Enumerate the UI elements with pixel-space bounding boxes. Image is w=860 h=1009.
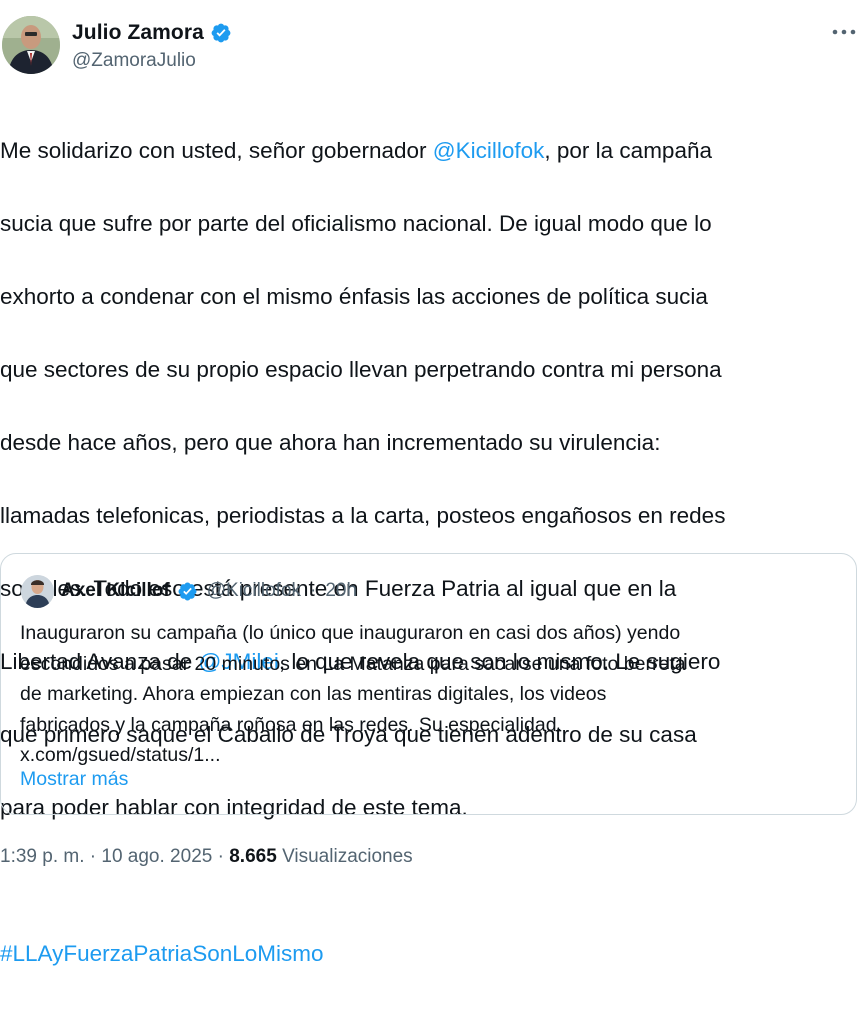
tweet-line: desde hace años, pero que ahora han incr… [0, 429, 661, 455]
tweet-header: Julio Zamora @ZamoraJulio [0, 14, 860, 78]
quoted-author-name: Axel Kicillof [61, 580, 170, 601]
quoted-link[interactable]: x.com/gsued/status/1... [20, 740, 840, 771]
tweet-time[interactable]: 1:39 p. m. [0, 846, 85, 867]
tweet-line: sucia que sufre por parte del oficialism… [0, 210, 712, 236]
more-options-icon[interactable] [830, 20, 858, 44]
tweet-date[interactable]: 10 ago. 2025 [101, 846, 212, 867]
quoted-line: Inauguraron su campaña (lo único que ina… [20, 622, 681, 644]
tweet-footer: 1:39 p. m. · 10 ago. 2025 · 8.665 Visual… [0, 846, 413, 868]
author-avatar[interactable] [2, 16, 60, 74]
views-label: Visualizaciones [282, 846, 413, 867]
tweet-line: llamadas telefonicas, periodistas a la c… [0, 502, 726, 528]
quoted-tweet-text: Inauguraron su campaña (lo único que ina… [20, 618, 840, 771]
meta-separator: · [217, 846, 224, 867]
mention-link[interactable]: @Kicillofok [433, 138, 545, 163]
quoted-timestamp: 20h [325, 580, 358, 601]
tweet-line: Me solidarizo con usted, señor gobernado… [0, 137, 712, 163]
verified-badge-icon [211, 23, 231, 43]
quoted-tweet-header: Axel Kicillof @Kicillofok · 20h [21, 574, 357, 608]
quoted-line: escondidos a pasar 20 minutos en La Mata… [20, 652, 686, 675]
author-handle[interactable]: @ZamoraJulio [72, 50, 232, 72]
hashtag-link[interactable]: #LLAyFuerzaPatriaSonLoMismo [0, 936, 860, 973]
author-display-name[interactable]: Julio Zamora [72, 21, 204, 45]
tweet-line: exhorto a condenar con el mismo énfasis … [0, 283, 708, 309]
quoted-author-avatar-image [21, 574, 54, 608]
quoted-line: fabricados y la campaña roñosa en las re… [20, 713, 562, 736]
quoted-author-handle: @Kicillofok [206, 580, 302, 601]
meta-separator: · [89, 846, 97, 867]
author-avatar-image [2, 16, 60, 74]
tweet-line: que sectores de su propio espacio llevan… [0, 356, 722, 382]
views-count: 8.665 [229, 846, 277, 867]
quoted-tweet-card[interactable]: Axel Kicillof @Kicillofok · 20h Inaugura… [0, 553, 857, 815]
quoted-author-avatar [21, 574, 54, 608]
show-more-link[interactable]: Mostrar más [20, 768, 128, 791]
verified-badge-icon [178, 582, 197, 600]
quoted-line: de marketing. Ahora empiezan con las men… [20, 683, 607, 705]
meta-separator: · [310, 580, 317, 601]
